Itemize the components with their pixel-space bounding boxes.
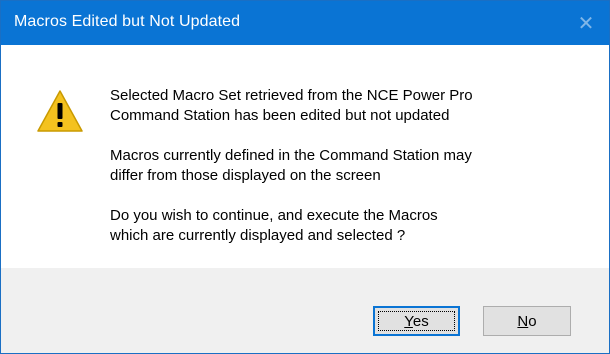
message-line: Macros currently defined in the Command … [110, 147, 472, 164]
message-line: differ from those displayed on the scree… [110, 167, 381, 184]
close-icon: ✕ [577, 12, 595, 35]
message-line: Selected Macro Set retrieved from the NC… [110, 87, 473, 104]
dialog-window: Macros Edited but Not Updated ✕ Selected… [0, 0, 610, 354]
message-line: Do you wish to continue, and execute the… [110, 207, 438, 224]
no-button-label: No [517, 313, 536, 330]
window-title: Macros Edited but Not Updated [14, 13, 241, 30]
yes-label-rest: es [412, 312, 429, 330]
message-area: Selected Macro Set retrieved from the NC… [1, 45, 609, 268]
yes-button-label: Yes [404, 313, 428, 330]
message-line: Command Station has been edited but not … [110, 107, 450, 124]
message-text: Selected Macro Set retrieved from the NC… [110, 86, 580, 246]
title-bar[interactable]: Macros Edited but Not Updated ✕ [1, 1, 609, 45]
warning-icon [37, 90, 83, 132]
yes-accelerator: Y [404, 312, 413, 330]
no-label-rest: o [528, 312, 537, 330]
button-bar: Yes No [1, 268, 609, 353]
no-accelerator: N [517, 312, 529, 330]
close-button[interactable]: ✕ [563, 1, 609, 45]
no-button[interactable]: No [483, 306, 571, 336]
yes-button[interactable]: Yes [373, 306, 460, 336]
message-line: which are currently displayed and select… [110, 227, 406, 244]
